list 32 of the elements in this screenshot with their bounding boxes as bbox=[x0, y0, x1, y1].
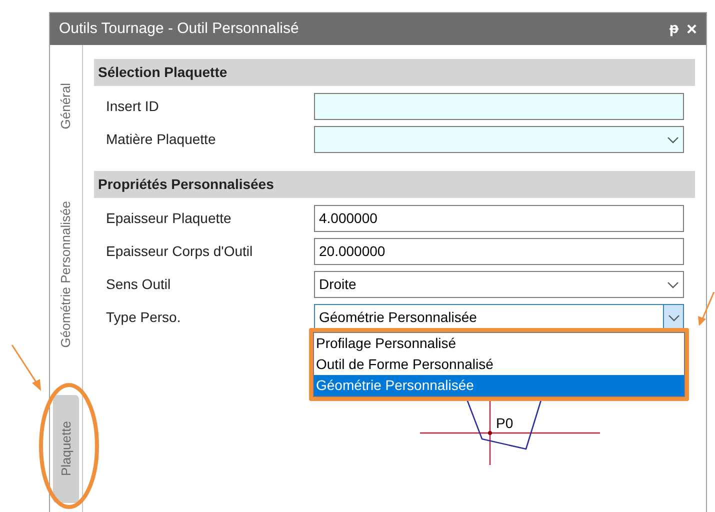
pin-button[interactable]: ᵽ bbox=[669, 18, 678, 40]
chevron-down-icon bbox=[668, 314, 680, 322]
window-title: Outils Tournage - Outil Personnalisé bbox=[59, 18, 300, 39]
field-label: Epaisseur Plaquette bbox=[105, 209, 232, 228]
chevron-down-icon bbox=[667, 280, 679, 288]
dropdown-field[interactable] bbox=[314, 126, 684, 153]
annotation-arrow bbox=[696, 292, 715, 328]
field-value: 4.000000 bbox=[319, 209, 378, 228]
section-header: Sélection Plaquette bbox=[94, 59, 695, 86]
text-field[interactable]: 20.000000 bbox=[314, 238, 684, 265]
field-value: 20.000000 bbox=[319, 242, 386, 261]
field-label: Matière Plaquette bbox=[105, 130, 217, 149]
side-tab[interactable]: Général bbox=[56, 82, 76, 130]
dropdown-option[interactable]: Outil de Forme Personnalisé bbox=[314, 354, 684, 375]
dropdown-button[interactable] bbox=[663, 305, 683, 330]
annotation-arrow bbox=[10, 343, 44, 393]
dropdown-option[interactable]: Géométrie Personnalisée bbox=[314, 375, 684, 396]
side-tab[interactable]: Géométrie Personnalisée bbox=[56, 200, 76, 348]
dropdown-option[interactable]: Profilage Personnalisé bbox=[314, 333, 684, 354]
field-label: Epaisseur Corps d'Outil bbox=[105, 242, 254, 261]
text-field[interactable] bbox=[314, 93, 684, 120]
chevron-down-icon bbox=[667, 136, 679, 144]
dropdown-field[interactable]: Droite bbox=[314, 271, 684, 298]
field-label: Sens Outil bbox=[105, 275, 172, 294]
text-field[interactable]: 4.000000 bbox=[314, 205, 684, 232]
section-header: Propriétés Personnalisées bbox=[94, 171, 695, 198]
close-button[interactable]: × bbox=[686, 16, 697, 42]
field-label: Insert ID bbox=[105, 97, 160, 116]
tool-profile-drawing: P0 bbox=[420, 397, 610, 467]
field-value: Géométrie Personnalisée bbox=[319, 309, 477, 325]
field-label: Type Perso. bbox=[105, 308, 182, 327]
field-value: Droite bbox=[319, 276, 356, 292]
